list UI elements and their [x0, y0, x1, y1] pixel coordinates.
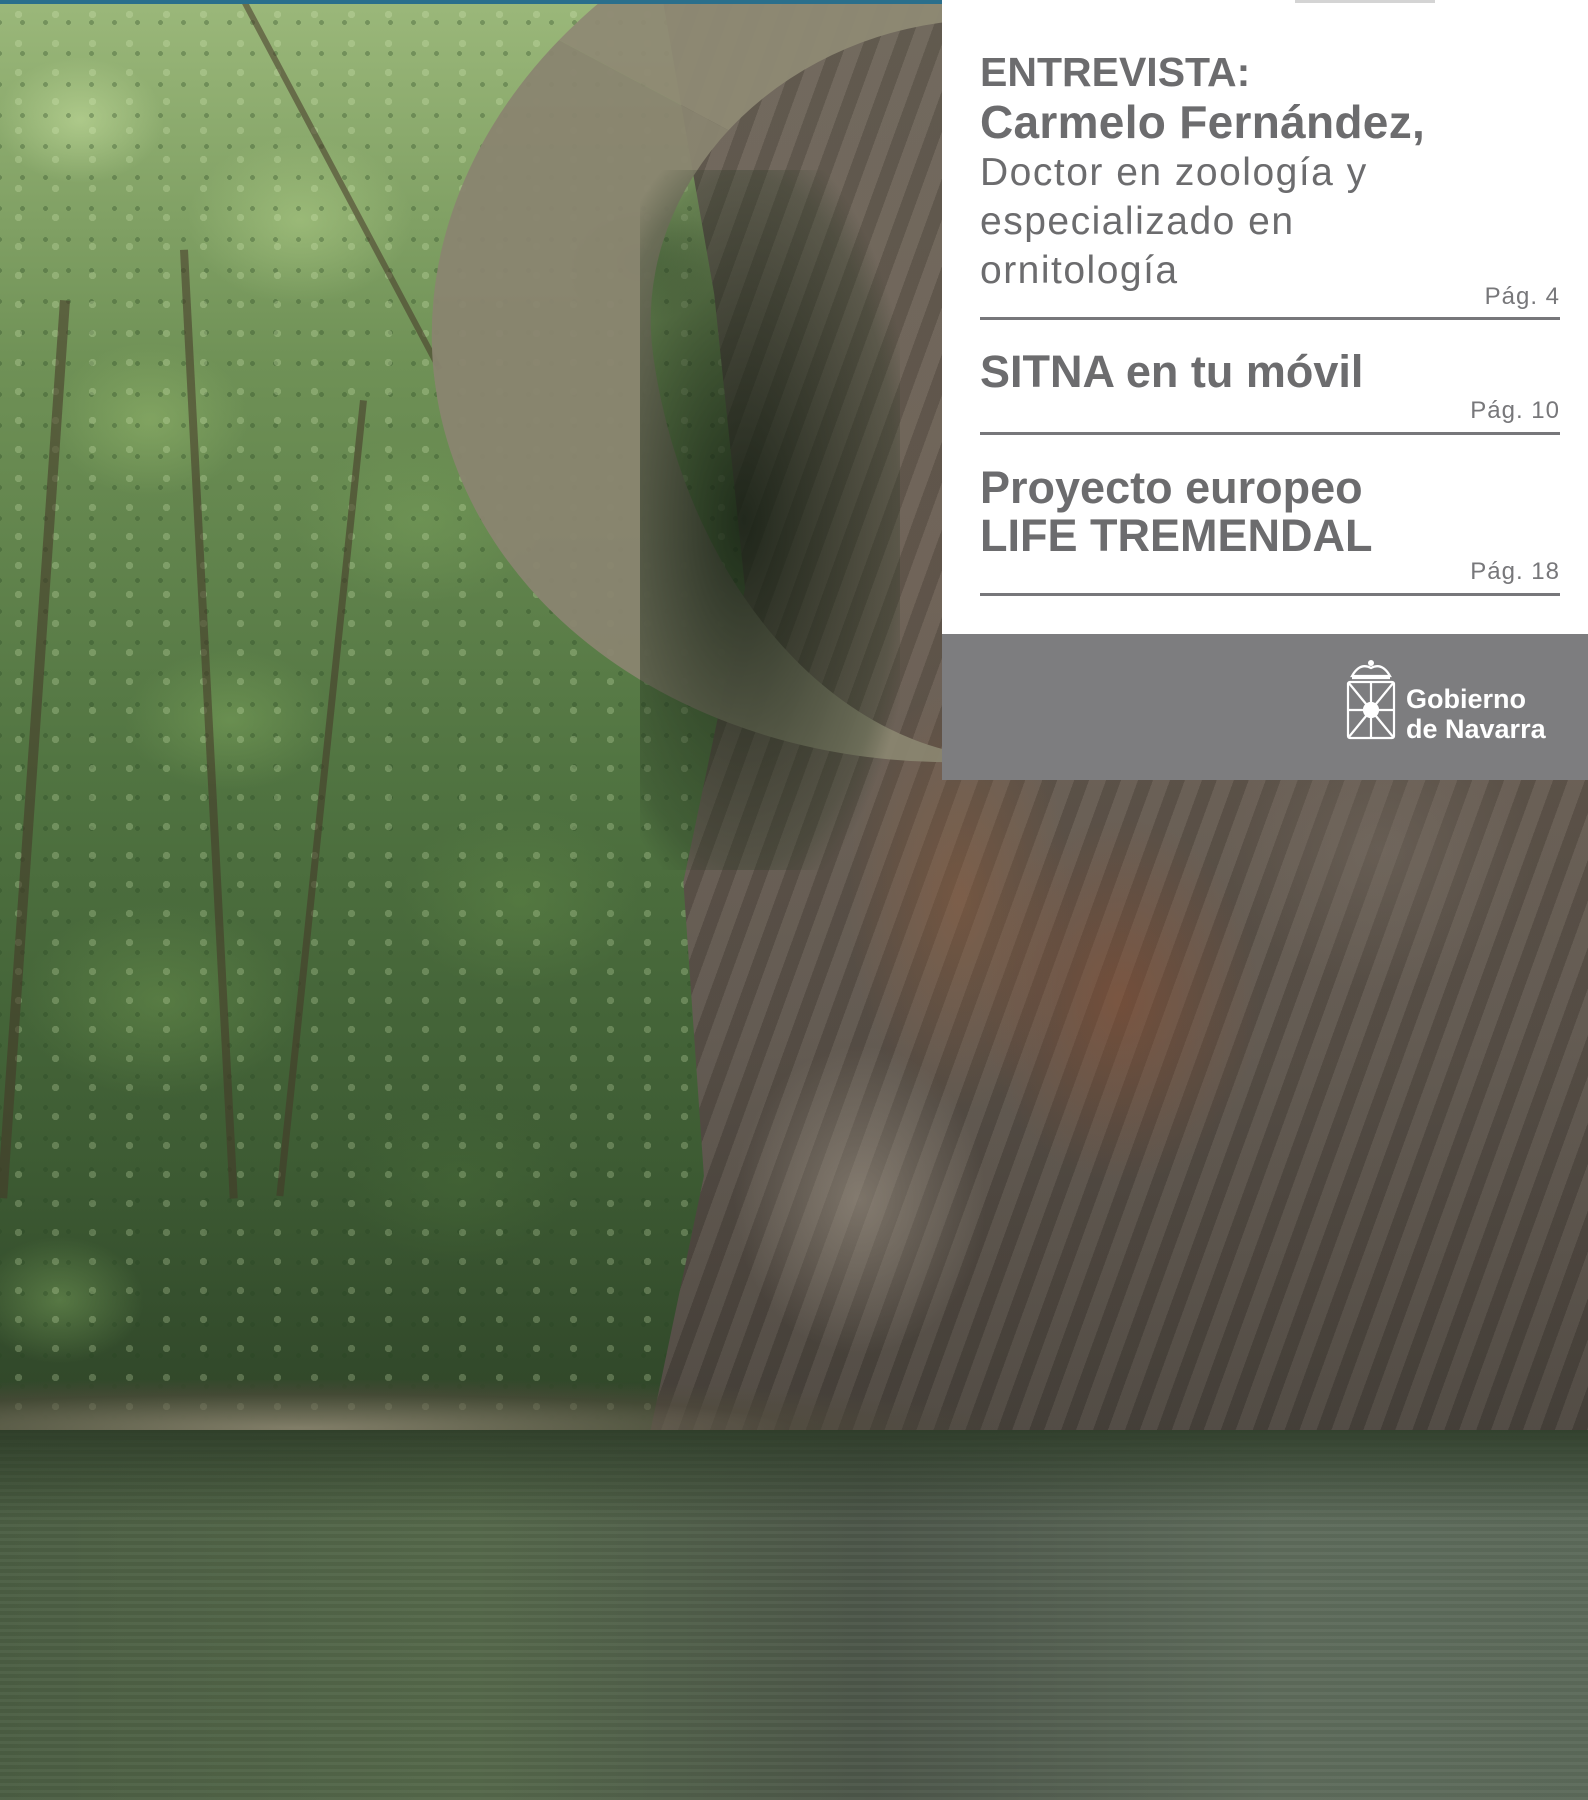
- article-title: Carmelo Fernández,: [980, 96, 1426, 148]
- article-title-line: Proyecto europeo: [980, 462, 1363, 513]
- article-kicker: ENTREVISTA:: [980, 49, 1251, 95]
- page-number: Pág. 4: [1484, 283, 1560, 310]
- publisher-logo-text: Gobierno de Navarra: [1406, 684, 1546, 744]
- article-entrevista[interactable]: ENTREVISTA: Carmelo Fernández, Doctor en…: [980, 48, 1560, 320]
- article-divider: [980, 593, 1560, 596]
- panel-top-tab: [1295, 0, 1435, 3]
- article-subtitle-line: Doctor en zoología y: [980, 151, 1368, 194]
- article-divider: [980, 317, 1560, 320]
- top-color-strip: [0, 0, 942, 4]
- article-subtitle-line: ornitología: [980, 249, 1179, 292]
- arch-shadow: [640, 170, 900, 870]
- article-sitna[interactable]: SITNA en tu móvil Pág. 10: [980, 348, 1560, 436]
- logo-line-2: de Navarra: [1406, 714, 1546, 744]
- page-number: Pág. 18: [1470, 558, 1560, 585]
- article-divider: [980, 432, 1560, 435]
- magazine-cover: ENTREVISTA: Carmelo Fernández, Doctor en…: [0, 0, 1588, 1800]
- river-water: [0, 1430, 1588, 1800]
- article-life-tremendal[interactable]: Proyecto europeo LIFE TREMENDAL Pág. 18: [980, 464, 1560, 598]
- article-title-line: LIFE TREMENDAL: [980, 510, 1373, 561]
- logo-line-1: Gobierno: [1406, 684, 1526, 714]
- article-subtitle-line: especializado en: [980, 200, 1295, 243]
- article-title: SITNA en tu móvil: [980, 346, 1364, 397]
- page-number: Pág. 10: [1470, 397, 1560, 424]
